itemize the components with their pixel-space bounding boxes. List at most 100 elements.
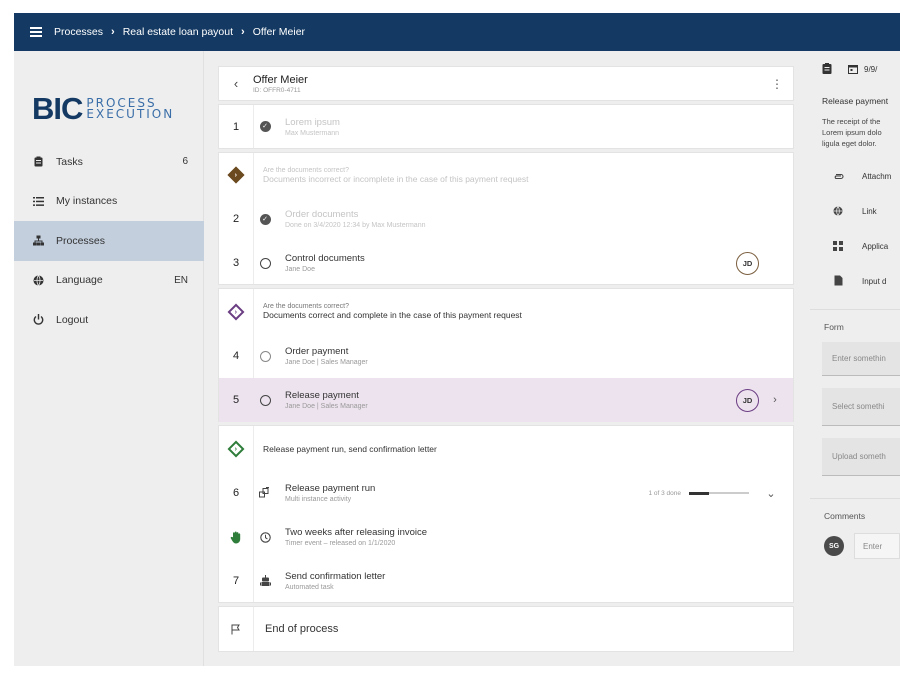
web-link[interactable]: Link <box>810 194 900 229</box>
instance-progress: 1 of 3 done <box>648 490 749 497</box>
check-circle-icon: ✓ <box>259 213 271 225</box>
power-icon <box>32 314 44 326</box>
step-subtitle: Done on 3/4/2020 12:34 by Max Mustermann <box>285 222 426 229</box>
gateway-row: › Are the documents correct? Documents i… <box>219 153 793 197</box>
step-row[interactable]: 1 ✓ Lorem ipsum Max Mustermann <box>219 105 793 148</box>
logo-main: BIC <box>32 91 83 126</box>
step-row-selected[interactable]: 5 Release payment Jane Doe | Sales Manag… <box>219 378 793 422</box>
gateway-question: Are the documents correct? <box>263 166 349 174</box>
task-title: Release payment <box>822 96 889 106</box>
chevron-down-icon[interactable]: ⌄ <box>759 487 783 500</box>
open-circle-icon <box>259 350 271 362</box>
comments-section-label: Comments <box>824 511 866 521</box>
step-number: 1 <box>232 120 240 133</box>
step-subtitle: Jane Doe | Sales Manager <box>285 403 368 410</box>
tasks-count: 6 <box>182 156 188 168</box>
gateway-answer: Documents incorrect or incomplete in the… <box>263 173 529 184</box>
sidebar-item-tasks[interactable]: Tasks 6 <box>14 142 204 182</box>
sidebar: BIC PROCESS EXECUTION Tasks 6 My instance… <box>14 51 204 666</box>
hamburger-menu-icon[interactable] <box>30 27 42 37</box>
input-document-link[interactable]: Input d <box>810 264 900 299</box>
step-title: Order documents <box>285 209 359 220</box>
sidebar-item-processes[interactable]: Processes <box>14 221 204 261</box>
instance-title: Offer Meier <box>253 73 308 86</box>
chevron-right-icon[interactable]: › <box>763 394 787 406</box>
sidebar-item-language[interactable]: Language EN <box>14 261 204 301</box>
assignee-avatar[interactable]: JD <box>736 251 759 275</box>
sidebar-item-logout[interactable]: Logout <box>14 300 204 340</box>
hierarchy-icon <box>32 235 44 247</box>
upload-field[interactable]: Upload someth <box>822 438 900 476</box>
logo-sub: PROCESS EXECUTION <box>86 95 175 121</box>
bic-logo: BIC PROCESS EXECUTION <box>32 93 174 124</box>
chevron-right-icon: › <box>241 26 245 38</box>
comment-input[interactable]: Enter <box>854 533 900 559</box>
gateway-block: › Are the documents correct? Documents c… <box>218 288 794 422</box>
due-date[interactable]: 9/9/ <box>848 64 877 74</box>
clipboard-icon[interactable] <box>822 62 832 76</box>
globe-icon <box>832 205 844 218</box>
globe-icon <box>32 274 44 286</box>
task-links: Attachm Link Applica Input d <box>810 159 900 299</box>
instance-header: ‹ Offer Meier ID: OFFR0-4711 ⋮ <box>218 66 794 101</box>
chevron-right-icon: › <box>111 26 115 38</box>
assignee-avatar[interactable]: JD <box>736 388 759 412</box>
check-circle-icon: ✓ <box>259 121 271 132</box>
step-subtitle: Timer event – released on 1/1/2020 <box>285 540 396 547</box>
robot-icon <box>253 575 277 587</box>
step-title: Order payment <box>285 346 349 357</box>
gateway-diamond-icon: › <box>227 440 245 457</box>
clipboard-icon <box>32 156 44 168</box>
more-options-icon[interactable]: ⋮ <box>761 77 793 91</box>
open-circle-icon <box>259 394 271 406</box>
form-section-label: Form <box>824 322 844 332</box>
breadcrumb-process[interactable]: Real estate loan payout <box>123 26 233 38</box>
step-block: 1 ✓ Lorem ipsum Max Mustermann <box>218 104 794 149</box>
gateway-row: › Are the documents correct? Documents c… <box>219 289 793 334</box>
step-row[interactable]: 6 Release payment run Multi instance act… <box>219 471 793 515</box>
application-link[interactable]: Applica <box>810 229 900 264</box>
instance-title-block: Offer Meier ID: OFFR0-4711 <box>253 74 761 94</box>
gateway-diamond-icon: › <box>227 166 245 184</box>
step-title: Release payment run <box>285 483 376 494</box>
sidebar-item-label: Logout <box>56 313 89 326</box>
breadcrumb-processes[interactable]: Processes <box>54 26 103 38</box>
step-title: Release payment <box>285 390 359 401</box>
step-row[interactable]: 3 Control documents Jane Doe JD <box>219 241 793 285</box>
attachment-icon <box>832 172 844 182</box>
sidebar-nav: Tasks 6 My instances Processes Language <box>14 142 204 340</box>
breadcrumb-instance: Offer Meier <box>252 26 306 38</box>
select-field[interactable]: Select somethi <box>822 388 900 426</box>
clock-icon <box>253 531 277 543</box>
gateway-answer: Documents correct and complete in the ca… <box>263 310 522 320</box>
divider <box>810 309 900 310</box>
flag-icon <box>219 607 253 651</box>
multi-instance-icon <box>253 487 277 499</box>
step-row[interactable]: 4 Order payment Jane Doe | Sales Manager <box>219 334 793 378</box>
step-title: Lorem ipsum <box>285 116 340 128</box>
step-title: Two weeks after releasing invoice <box>285 527 428 538</box>
step-row[interactable]: 2 ✓ Order documents Done on 3/4/2020 12:… <box>219 197 793 241</box>
instance-id: ID: OFFR0-4711 <box>253 86 301 94</box>
progress-fill <box>689 491 709 495</box>
due-date-text: 9/9/ <box>864 64 878 74</box>
step-row[interactable]: 7 Send confirmation letter Automated tas… <box>219 559 793 603</box>
back-arrow-icon[interactable]: ‹ <box>219 76 253 91</box>
end-row: End of process <box>219 607 793 651</box>
timer-event-row[interactable]: Two weeks after releasing invoice Timer … <box>219 515 793 559</box>
attachment-link[interactable]: Attachm <box>810 159 900 194</box>
end-title: End of process <box>265 623 339 635</box>
gateway-row: › Release payment run, send confirmation… <box>219 426 793 471</box>
sidebar-item-label: My instances <box>56 195 118 208</box>
comment-composer: SG Enter <box>810 533 900 559</box>
document-icon <box>832 275 844 288</box>
step-number: 4 <box>232 350 240 362</box>
divider <box>810 498 900 499</box>
sidebar-item-my-instances[interactable]: My instances <box>14 182 204 222</box>
app-window: Processes › Real estate loan payout › Of… <box>14 13 900 666</box>
text-input-field[interactable]: Enter somethin <box>822 342 900 376</box>
step-number: 6 <box>232 487 240 499</box>
process-instance-panel: ‹ Offer Meier ID: OFFR0-4711 ⋮ 1 ✓ Lorem… <box>218 66 794 653</box>
user-avatar: SG <box>824 536 844 556</box>
gateway-question: Are the documents correct? <box>263 303 349 310</box>
